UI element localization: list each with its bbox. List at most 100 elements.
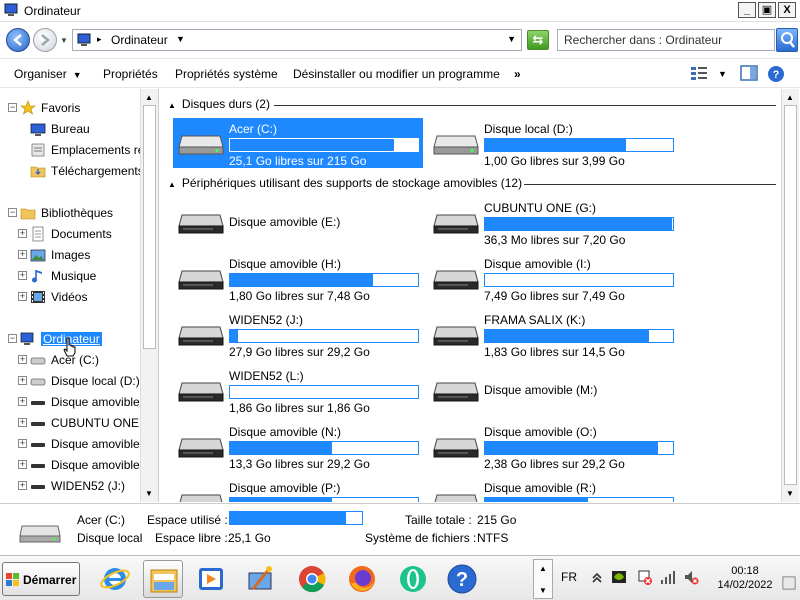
forward-button[interactable] — [33, 28, 57, 52]
taskbar-explorer[interactable] — [143, 560, 183, 598]
drive-tile[interactable]: Disque amovible (M:) — [428, 365, 678, 415]
help-icon[interactable]: ? — [767, 65, 785, 83]
chevron-down-icon[interactable]: ▼ — [176, 34, 185, 44]
collapse-icon[interactable]: − — [8, 334, 17, 343]
expand-icon[interactable]: + — [18, 355, 27, 364]
taskbar-chrome[interactable] — [292, 560, 332, 598]
drive-tile[interactable]: CUBUNTU ONE (G:) 36,3 Mo libres sur 7,20 … — [428, 197, 678, 247]
tree-item-drive-h[interactable]: + Disque amovible (H:) — [0, 434, 142, 454]
tree-item-documents[interactable]: + Documents — [0, 224, 142, 244]
address-dropdown-icon[interactable]: ▼ — [507, 34, 516, 44]
maximize-button[interactable]: ▣ — [758, 2, 776, 18]
expand-icon[interactable]: + — [18, 250, 27, 259]
search-input[interactable]: Rechercher dans : Ordinateur — [557, 29, 775, 51]
expand-icon[interactable]: + — [18, 376, 27, 385]
organize-menu[interactable]: Organiser ▼ — [14, 67, 82, 81]
content-scrollbar[interactable]: ▲ ▼ — [781, 89, 799, 502]
preview-pane-icon[interactable] — [740, 65, 758, 81]
drive-tile[interactable]: Disque amovible (H:) 1,80 Go libres sur 7… — [173, 253, 423, 303]
expand-icon[interactable]: + — [18, 397, 27, 406]
refresh-button[interactable]: ⇆ — [527, 30, 549, 50]
usage-fill — [230, 274, 373, 286]
tray-scroll-buttons[interactable]: ▲ ▼ — [533, 559, 553, 599]
volume-muted-icon[interactable] — [683, 569, 699, 585]
minimize-button[interactable]: _ — [738, 2, 756, 18]
taskbar-firefox[interactable] — [342, 560, 382, 598]
scroll-up-icon[interactable]: ▲ — [786, 93, 794, 102]
details-usage-bar — [229, 511, 363, 525]
collapse-icon[interactable]: − — [8, 103, 17, 112]
expand-icon[interactable]: + — [18, 271, 27, 280]
address-field[interactable]: ▸ Ordinateur ▼ ▼ — [72, 29, 522, 51]
expand-icon[interactable]: + — [18, 460, 27, 469]
history-dropdown-icon[interactable]: ▼ — [60, 36, 68, 45]
drive-tile[interactable]: Disque amovible (P:) — [173, 477, 423, 502]
drive-tile[interactable]: Disque amovible (O:) 2,38 Go libres sur 2… — [428, 421, 678, 471]
drive-tile[interactable]: Disque amovible (R:) — [428, 477, 678, 502]
breadcrumb-arrow-icon[interactable]: ▸ — [97, 34, 102, 45]
drive-tile[interactable]: Disque local (D:) 1,00 Go libres sur 3,99… — [428, 118, 678, 168]
tree-item-videos[interactable]: + Vidéos — [0, 287, 142, 307]
tree-item-drive-j[interactable]: + WIDEN52 (J:) — [0, 476, 142, 496]
drive-tile[interactable]: FRAMA SALIX (K:) 1,83 Go libres sur 14,5 … — [428, 309, 678, 359]
taskbar-opera[interactable] — [393, 560, 433, 598]
tree-item-favorites[interactable]: − Favoris — [0, 98, 142, 118]
taskbar-media-player[interactable] — [191, 560, 231, 598]
tree-item-desktop[interactable]: Bureau — [0, 119, 142, 139]
scroll-thumb[interactable] — [143, 105, 156, 349]
taskbar-internet-explorer[interactable] — [95, 560, 135, 598]
network-icon[interactable] — [660, 569, 676, 585]
tree-item-drive-e[interactable]: + Disque amovible (E:) — [0, 392, 142, 412]
group-header-removable[interactable]: ▲ Périphériques utilisant des supports de… — [168, 176, 522, 192]
expand-icon[interactable]: + — [18, 418, 27, 427]
tree-item-drive-g[interactable]: + CUBUNTU ONE (G:) — [0, 413, 142, 433]
scroll-up-icon[interactable]: ▲ — [145, 93, 153, 102]
group-header-hard-disks[interactable]: ▲ Disques durs (2) — [168, 97, 270, 113]
scroll-down-icon[interactable]: ▼ — [786, 489, 794, 498]
collapse-icon[interactable]: − — [8, 208, 17, 217]
breadcrumb-location[interactable]: Ordinateur — [111, 33, 168, 47]
action-center-warning-icon[interactable] — [637, 569, 653, 585]
taskbar-help[interactable]: ? — [442, 560, 482, 598]
view-options-icon[interactable] — [690, 65, 708, 81]
tree-item-libraries[interactable]: − Bibliothèques — [0, 203, 142, 223]
close-button[interactable]: X — [778, 2, 796, 18]
drive-tile[interactable]: Disque amovible (N:) 13,3 Go libres sur 2… — [173, 421, 423, 471]
drive-usage-bar — [229, 273, 419, 287]
expand-icon[interactable]: + — [18, 229, 27, 238]
tree-item-music[interactable]: + Musique — [0, 266, 142, 286]
nav-scrollbar[interactable]: ▲ ▼ — [140, 89, 158, 502]
drive-tile[interactable]: WIDEN52 (J:) 27,9 Go libres sur 29,2 Go — [173, 309, 423, 359]
tree-item-downloads[interactable]: Téléchargements — [0, 161, 142, 181]
drive-tile[interactable]: Disque amovible (E:) — [173, 197, 423, 247]
back-button[interactable] — [6, 28, 30, 52]
view-dropdown-icon[interactable]: ▼ — [718, 69, 727, 79]
tree-item-images[interactable]: + Images — [0, 245, 142, 265]
more-commands-button[interactable]: » — [514, 67, 521, 81]
drive-tile[interactable]: Disque amovible (I:) 7,49 Go libres sur 7… — [428, 253, 678, 303]
drive-tile[interactable]: WIDEN52 (L:) 1,86 Go libres sur 1,86 Go — [173, 365, 423, 415]
chevron-up-icon[interactable]: ▲ — [539, 564, 547, 573]
expand-icon[interactable]: + — [18, 292, 27, 301]
system-clock[interactable]: 00:18 14/02/2022 — [700, 564, 790, 592]
system-properties-button[interactable]: Propriétés système — [175, 67, 278, 81]
tree-item-drive-i[interactable]: + Disque amovible (I:) — [0, 455, 142, 475]
tree-item-drive-d[interactable]: + Disque local (D:) — [0, 371, 142, 391]
nvidia-icon[interactable] — [611, 569, 627, 585]
expand-icon[interactable]: + — [18, 439, 27, 448]
show-hidden-icons-icon[interactable] — [589, 569, 605, 585]
scroll-down-icon[interactable]: ▼ — [145, 489, 153, 498]
show-desktop-icon[interactable] — [782, 576, 796, 590]
expand-icon[interactable]: + — [18, 481, 27, 490]
chevron-down-icon[interactable]: ▼ — [539, 586, 547, 595]
scroll-thumb[interactable] — [784, 105, 797, 485]
properties-button[interactable]: Propriétés — [103, 67, 158, 81]
drive-tile[interactable]: Acer (C:) 25,1 Go libres sur 215 Go — [173, 118, 423, 168]
language-indicator[interactable]: FR — [561, 570, 577, 584]
tree-item-recent-places[interactable]: Emplacements récents — [0, 140, 142, 160]
tree-item-drive-c[interactable]: + Acer (C:) — [0, 350, 142, 370]
search-button[interactable] — [776, 28, 798, 52]
uninstall-program-button[interactable]: Désinstaller ou modifier un programme — [293, 67, 500, 81]
start-button[interactable]: Démarrer — [2, 562, 80, 596]
taskbar-control-panel[interactable] — [241, 560, 281, 598]
